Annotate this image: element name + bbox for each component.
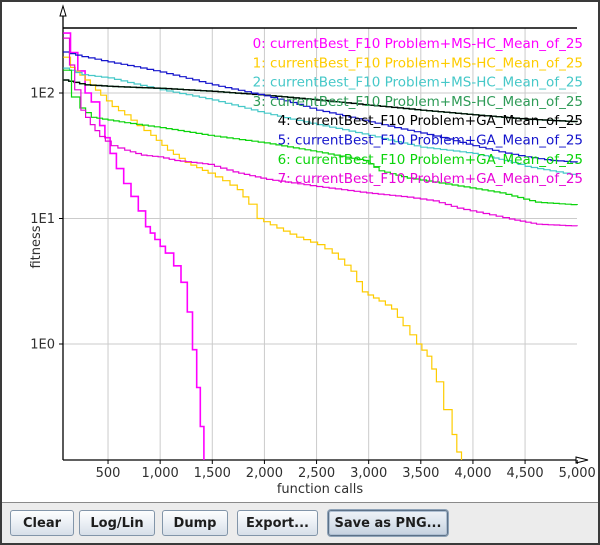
x-tick-label: 3,000 [350,466,387,481]
x-tick-label: 5,000 [559,466,596,481]
x-tick-label: 4,000 [454,466,491,481]
legend-entry-4: 4: currentBest_F10 Problem+GA_Mean_of_25 [278,113,583,129]
y-tick-label: 1E1 [30,212,55,227]
curve-0 [63,33,204,469]
x-tick-label: 500 [96,466,121,481]
legend-entry-6: 6: currentBest_F10 Problem+GA_Mean_of_25 [278,152,583,168]
y-tick-label: 1E2 [30,87,55,102]
plot-window: 500 1,000 1,500 2,000 2,500 3,000 3,500 4,000 4,… [0,0,600,545]
x-tick-label: 1,500 [194,466,231,481]
y-axis-title: fitness [29,225,44,268]
x-tick-label: 4,500 [506,466,543,481]
save-as-png-button[interactable]: Save as PNG... [328,510,448,536]
legend-entry-0: 0: currentBest_F10 Problem+MS-HC_Mean_of… [253,36,583,52]
legend-entry-7: 7: currentBest_F10 Problem+GA_Mean_of_25 [278,171,583,187]
x-axis-arrow-icon [576,457,588,463]
clear-button[interactable]: Clear [10,510,74,536]
fitness-chart: 500 1,000 1,500 2,000 2,500 3,000 3,500 4,000 4,… [2,2,598,503]
export-button[interactable]: Export... [237,510,318,536]
x-tick-label: 2,000 [246,466,283,481]
legend-entry-1: 1: currentBest_F10 Problem+MS-HC_Mean_of… [253,55,583,71]
button-bar: Clear Log/Lin Dump Export... Save as PNG… [2,503,598,543]
legend-entry-2: 2: currentBest_F10 Problem+MS-HC_Mean_of… [253,75,583,91]
x-tick-label: 3,500 [402,466,439,481]
x-tick-label: 1,000 [142,466,179,481]
legend-entry-3: 3: currentBest_F10 Problem+MS-HC_Mean_of… [253,94,583,110]
dump-button[interactable]: Dump [162,510,228,536]
log-lin-button[interactable]: Log/Lin [79,510,155,536]
fitness-chart-panel: 500 1,000 1,500 2,000 2,500 3,000 3,500 4,000 4,… [2,2,598,503]
x-axis-title: function calls [277,482,364,497]
legend-entry-5: 5: currentBest_F10 Problem+GA_Mean_of_25 [278,133,583,149]
x-tick-label: 2,500 [298,466,335,481]
y-axis-arrow-icon [60,6,66,16]
y-tick-label: 1E0 [30,338,55,353]
